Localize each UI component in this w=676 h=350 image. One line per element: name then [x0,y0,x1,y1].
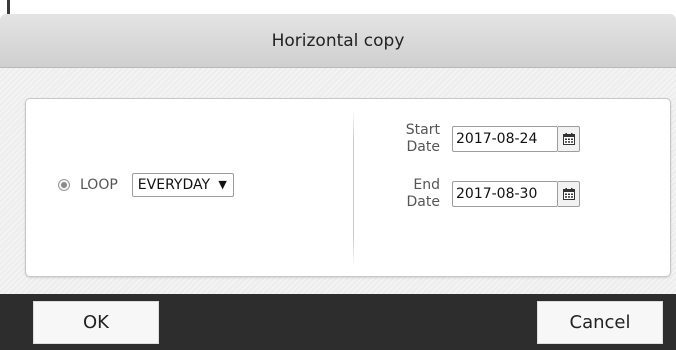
dialog-footer: OK Cancel [0,294,676,350]
cancel-button[interactable]: Cancel [537,301,663,344]
horizontal-copy-dialog: Horizontal copy LOOP EVERYDAY ▼ Start Da… [0,0,676,350]
start-date-row: Start Date 2017-08-24 [388,122,580,156]
dialog-body: LOOP EVERYDAY ▼ Start Date 2017-08-24 En… [0,68,676,294]
loop-option-row: LOOP EVERYDAY ▼ [58,172,234,198]
start-date-input[interactable]: 2017-08-24 [452,126,558,152]
calendar-icon [562,188,575,200]
ok-button[interactable]: OK [33,301,159,344]
start-date-label-line2: Date [406,139,440,155]
loop-frequency-select[interactable]: EVERYDAY ▼ [131,173,234,197]
chevron-down-icon: ▼ [218,178,227,191]
copy-options-panel: LOOP EVERYDAY ▼ Start Date 2017-08-24 En… [25,98,671,277]
end-date-label-line1: End [413,177,440,193]
loop-radio-button[interactable] [58,179,70,191]
end-date-input[interactable]: 2017-08-30 [452,181,558,207]
start-date-label-line1: Start [405,122,440,138]
dialog-titlebar: Horizontal copy [0,14,676,68]
dialog-title: Horizontal copy [271,31,405,51]
loop-label: LOOP [80,177,118,193]
end-date-calendar-button[interactable] [558,181,580,207]
start-date-label: Start Date [388,122,440,156]
window-corner [0,0,10,14]
end-date-label: End Date [388,177,440,211]
panel-divider [353,109,354,267]
end-date-row: End Date 2017-08-30 [388,177,580,211]
calendar-icon [562,133,575,145]
end-date-label-line2: Date [406,194,440,210]
start-date-calendar-button[interactable] [558,126,580,152]
loop-frequency-value: EVERYDAY [137,177,211,193]
